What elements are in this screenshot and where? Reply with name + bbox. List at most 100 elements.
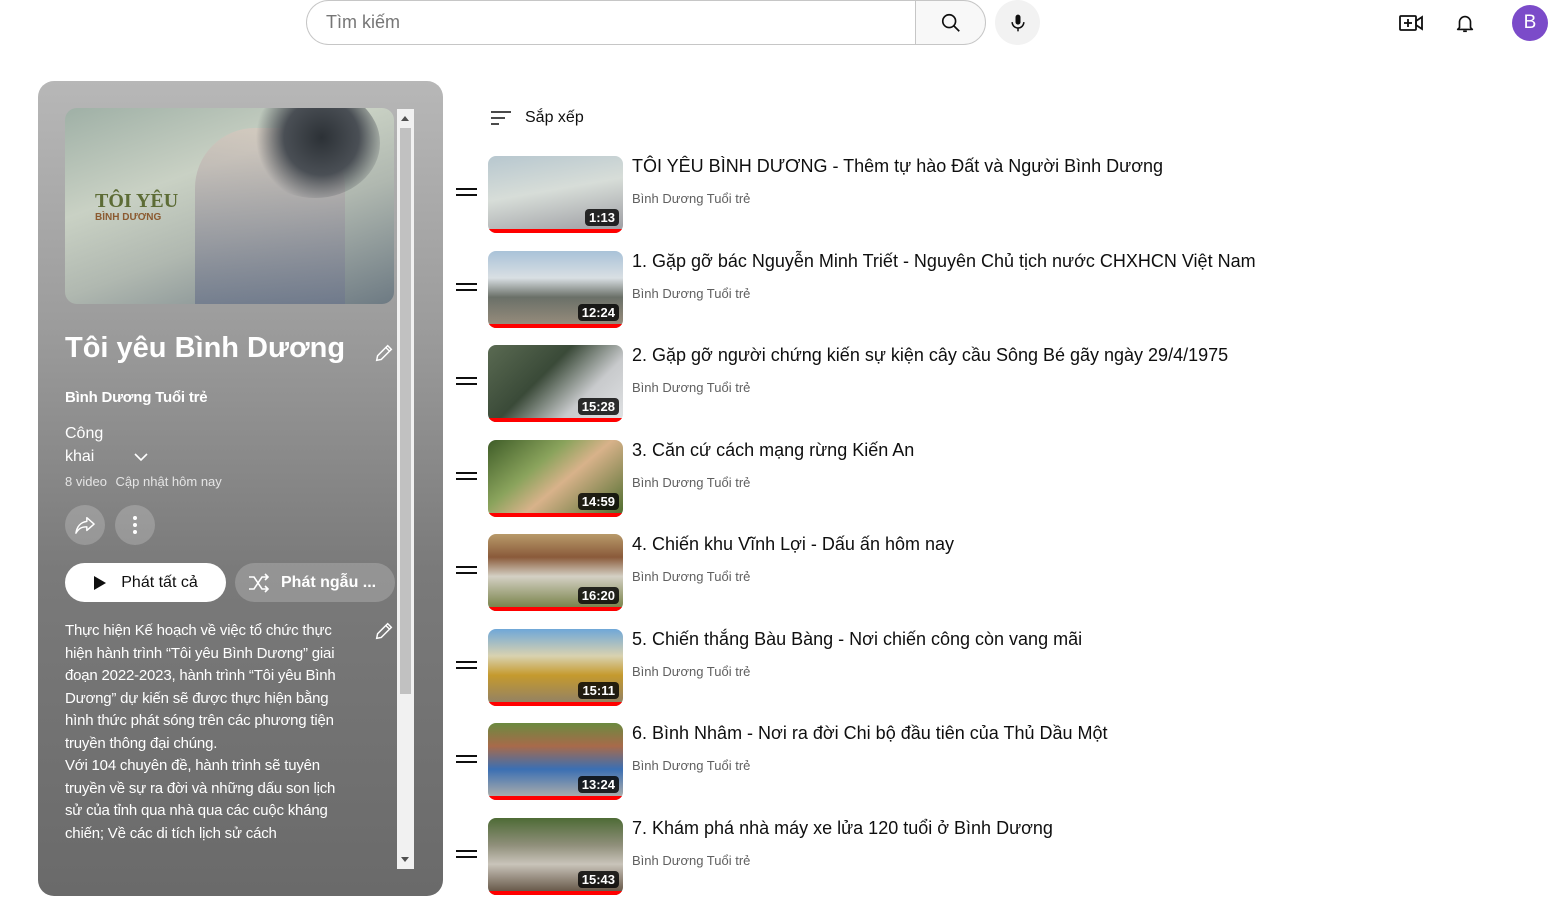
video-owner[interactable]: Bình Dương Tuổi trẻ [632, 191, 750, 206]
video-thumbnail[interactable]: 15:11 [488, 629, 623, 706]
video-title[interactable]: 4. Chiến khu Vĩnh Lợi - Dấu ấn hôm nay [632, 534, 954, 555]
video-owner[interactable]: Bình Dương Tuổi trẻ [632, 664, 750, 679]
play-icon [94, 575, 107, 590]
privacy-label: Công khai [65, 425, 104, 465]
panel-scrollbar[interactable] [397, 109, 414, 869]
search-input[interactable] [326, 12, 915, 33]
sort-button[interactable]: Sắp xếp [489, 108, 584, 128]
video-thumbnail[interactable]: 16:20 [488, 534, 623, 611]
search-button[interactable] [915, 0, 986, 45]
playlist-panel: TÔI YÊU BÌNH DƯƠNG Tôi yêu Bình Dương Bì… [38, 81, 443, 896]
video-owner[interactable]: Bình Dương Tuổi trẻ [632, 853, 750, 868]
shuffle-label: Phát ngẫu ... [281, 573, 377, 591]
drag-handle[interactable] [456, 850, 478, 864]
video-item[interactable]: 15:43 7. Khám phá nhà máy xe lửa 120 tuổ… [456, 818, 1356, 896]
video-owner[interactable]: Bình Dương Tuổi trẻ [632, 758, 750, 773]
video-item[interactable]: 15:28 2. Gặp gỡ người chứng kiến sự kiện… [456, 345, 1356, 423]
video-thumbnail[interactable]: 13:24 [488, 723, 623, 800]
video-item[interactable]: 1:13 TÔI YÊU BÌNH DƯƠNG - Thêm tự hào Đấ… [456, 156, 1356, 234]
bell-icon [1456, 15, 1474, 33]
video-owner[interactable]: Bình Dương Tuổi trẻ [632, 286, 750, 301]
video-title[interactable]: 1. Gặp gỡ bác Nguyễn Minh Triết - Nguyên… [632, 251, 1256, 272]
video-owner[interactable]: Bình Dương Tuổi trẻ [632, 569, 750, 584]
avatar[interactable]: B [1512, 5, 1548, 41]
scroll-up-arrow[interactable] [401, 116, 409, 121]
description-paragraph: Với 104 chuyên đề, hành trình sẽ tuyên t… [65, 757, 336, 842]
video-count: 8 video [65, 474, 107, 489]
updated-label: Cập nhật hôm nay [115, 474, 222, 489]
video-title[interactable]: 5. Chiến thắng Bàu Bàng - Nơi chiến công… [632, 629, 1082, 650]
search-box [306, 0, 915, 45]
cover-logo: TÔI YÊU [95, 190, 179, 212]
video-duration: 13:24 [577, 776, 619, 793]
drag-handle[interactable] [456, 188, 478, 202]
video-title[interactable]: 3. Căn cứ cách mạng rừng Kiến An [632, 440, 914, 461]
video-thumbnail[interactable]: 12:24 [488, 251, 623, 328]
drag-handle[interactable] [456, 566, 478, 580]
video-duration: 15:11 [578, 682, 619, 699]
share-button[interactable] [65, 505, 105, 545]
play-all-button[interactable]: Phát tất cả [65, 563, 226, 602]
video-item[interactable]: 15:11 5. Chiến thắng Bàu Bàng - Nơi chiế… [456, 629, 1356, 707]
playlist-stats: 8 video Cập nhật hôm nay [65, 474, 395, 489]
scroll-down-arrow[interactable] [401, 857, 409, 862]
video-plus-icon [1399, 15, 1423, 31]
video-title[interactable]: TÔI YÊU BÌNH DƯƠNG - Thêm tự hào Đất và … [632, 156, 1163, 177]
sort-label: Sắp xếp [525, 109, 584, 126]
privacy-dropdown[interactable]: Công khai [65, 422, 165, 468]
share-icon [75, 517, 95, 534]
video-thumbnail[interactable]: 14:59 [488, 440, 623, 517]
video-title[interactable]: 7. Khám phá nhà máy xe lửa 120 tuổi ở Bì… [632, 818, 1053, 839]
watch-progress [488, 702, 623, 706]
video-owner[interactable]: Bình Dương Tuổi trẻ [632, 475, 750, 490]
drag-handle[interactable] [456, 755, 478, 769]
watch-progress [488, 229, 623, 233]
voice-search-button[interactable] [995, 0, 1040, 45]
cover-logo-sub: BÌNH DƯƠNG [95, 212, 162, 223]
description-paragraph: Thực hiện Kế hoạch về việc tổ chức thực … [65, 622, 336, 752]
more-vertical-icon [133, 516, 137, 534]
watch-progress [488, 607, 623, 611]
playlist-cover[interactable]: TÔI YÊU BÌNH DƯƠNG [65, 108, 394, 304]
playlist-title: Tôi yêu Bình Dương [65, 332, 346, 364]
video-title[interactable]: 6. Bình Nhâm - Nơi ra đời Chi bộ đầu tiê… [632, 723, 1108, 744]
play-all-label: Phát tất cả [121, 573, 198, 591]
sort-icon [491, 111, 511, 125]
video-thumbnail[interactable]: 15:43 [488, 818, 623, 895]
notifications-button[interactable] [1445, 3, 1485, 43]
drag-handle[interactable] [456, 377, 478, 391]
video-owner[interactable]: Bình Dương Tuổi trẻ [632, 380, 750, 395]
watch-progress [488, 324, 623, 328]
video-item[interactable]: 16:20 4. Chiến khu Vĩnh Lợi - Dấu ấn hôm… [456, 534, 1356, 612]
edit-title-icon[interactable] [373, 342, 395, 364]
video-duration: 12:24 [577, 304, 619, 321]
edit-description-icon[interactable] [373, 620, 395, 642]
video-item[interactable]: 12:24 1. Gặp gỡ bác Nguyễn Minh Triết - … [456, 251, 1356, 329]
search-bar [306, 0, 986, 45]
video-item[interactable]: 13:24 6. Bình Nhâm - Nơi ra đời Chi bộ đ… [456, 723, 1356, 801]
watch-progress [488, 513, 623, 517]
create-video-button[interactable] [1391, 3, 1431, 43]
search-icon [941, 13, 960, 32]
video-thumbnail[interactable]: 15:28 [488, 345, 623, 422]
video-duration: 16:20 [577, 587, 619, 604]
playlist-description: Thực hiện Kế hoạch về việc tổ chức thực … [65, 620, 350, 860]
watch-progress [488, 796, 623, 800]
video-duration: 14:59 [577, 493, 619, 510]
watch-progress [488, 418, 623, 422]
more-actions-button[interactable] [115, 505, 155, 545]
video-item[interactable]: 14:59 3. Căn cứ cách mạng rừng Kiến An B… [456, 440, 1356, 518]
video-duration: 1:13 [584, 209, 619, 226]
video-duration: 15:28 [577, 398, 619, 415]
shuffle-icon [249, 572, 270, 593]
shuffle-button[interactable]: Phát ngẫu ... [235, 563, 395, 602]
drag-handle[interactable] [456, 472, 478, 486]
watch-progress [488, 891, 623, 895]
drag-handle[interactable] [456, 283, 478, 297]
video-title[interactable]: 2. Gặp gỡ người chứng kiến sự kiện cây c… [632, 345, 1228, 366]
scrollbar-thumb[interactable] [400, 128, 411, 694]
video-thumbnail[interactable]: 1:13 [488, 156, 623, 233]
microphone-icon [1010, 14, 1025, 31]
playlist-owner[interactable]: Bình Dương Tuổi trẻ [65, 389, 395, 406]
drag-handle[interactable] [456, 661, 478, 675]
